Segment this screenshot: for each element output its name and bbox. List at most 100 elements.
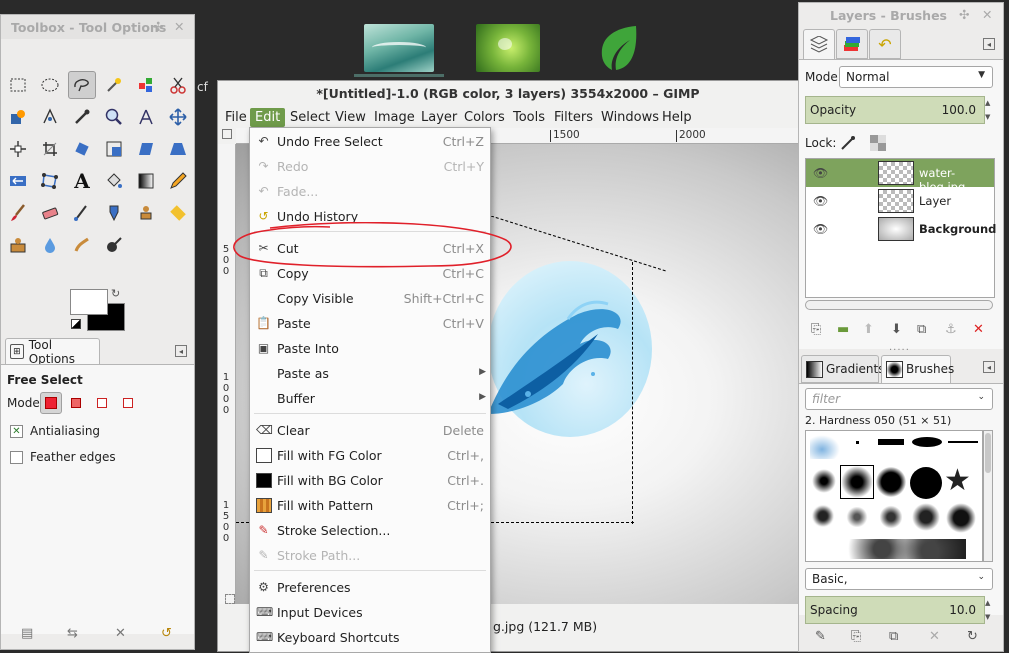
brush-item[interactable]: [948, 441, 978, 443]
menu-item-fade[interactable]: ↶ Fade...: [250, 179, 490, 204]
menu-tools[interactable]: Tools: [508, 108, 550, 127]
brush-item[interactable]: [856, 441, 859, 444]
mode-subtract-icon[interactable]: [91, 392, 113, 414]
tab-menu-icon[interactable]: ◂: [983, 38, 995, 50]
brush-item-selected[interactable]: [840, 465, 874, 499]
delete-layer-icon[interactable]: ✕: [973, 322, 984, 337]
save-tool-preset-icon[interactable]: ▤: [21, 626, 33, 641]
mode-replace-icon[interactable]: [40, 392, 62, 414]
new-layer-group-icon[interactable]: ▬: [837, 322, 849, 337]
tab-menu-icon[interactable]: ◂: [983, 361, 995, 373]
menu-item-buffer[interactable]: Buffer ▶: [250, 386, 490, 411]
zoom-tool-icon[interactable]: [100, 103, 128, 131]
menu-layer[interactable]: Layer: [416, 108, 462, 127]
brush-item[interactable]: [810, 435, 840, 459]
text-tool-icon[interactable]: A: [68, 167, 96, 195]
tab-menu-icon[interactable]: ◂: [175, 345, 187, 357]
navigate-icon[interactable]: [225, 594, 235, 604]
tab-undo-history[interactable]: ↶: [869, 29, 901, 59]
leaf-icon[interactable]: [596, 24, 640, 72]
quick-mask-icon[interactable]: [222, 129, 232, 139]
desktop-thumbnail-leaf[interactable]: [476, 24, 540, 72]
menu-image[interactable]: Image: [369, 108, 420, 127]
align-tool-icon[interactable]: [4, 135, 32, 163]
brush-item[interactable]: [946, 503, 976, 533]
reset-colors-icon[interactable]: [71, 319, 81, 329]
menu-item-stroke-selection[interactable]: ✎ Stroke Selection...: [250, 518, 490, 543]
color-picker-tool-icon[interactable]: [68, 103, 96, 131]
tab-gradients[interactable]: Gradients: [801, 355, 884, 383]
brush-item[interactable]: [812, 505, 834, 527]
brush-item[interactable]: [910, 467, 942, 499]
menu-item-paste[interactable]: 📋 Paste Ctrl+V: [250, 311, 490, 336]
perspective-tool-icon[interactable]: [164, 135, 192, 163]
brush-tag-select[interactable]: Basic, ⌄: [805, 568, 993, 590]
menu-item-keyboard-shortcuts[interactable]: ⌨ Keyboard Shortcuts: [250, 625, 490, 650]
brush-item[interactable]: [812, 469, 836, 493]
menu-item-input-devices[interactable]: ⌨ Input Devices: [250, 600, 490, 625]
new-brush-icon[interactable]: ⎘: [851, 629, 861, 644]
free-select-tool-icon[interactable]: [68, 71, 96, 99]
paintbrush-tool-icon[interactable]: [4, 199, 32, 227]
anchor-layer-icon[interactable]: ⚓: [945, 322, 957, 337]
close-icon[interactable]: ✕: [982, 7, 992, 22]
airbrush-tool-icon[interactable]: [68, 199, 96, 227]
close-icon[interactable]: ✕: [174, 19, 184, 34]
select-by-color-tool-icon[interactable]: [132, 71, 160, 99]
blur-tool-icon[interactable]: [36, 231, 64, 259]
menu-edit[interactable]: Edit: [250, 108, 286, 127]
pin-icon[interactable]: ✣: [153, 19, 163, 34]
menu-item-redo[interactable]: ↷ Redo Ctrl+Y: [250, 154, 490, 179]
spin-up-icon[interactable]: ▲: [985, 598, 995, 609]
raise-layer-icon[interactable]: ⬆: [863, 322, 874, 337]
menu-item-paste-into[interactable]: ▣ Paste Into: [250, 336, 490, 361]
menu-item-preferences[interactable]: ⚙ Preferences: [250, 575, 490, 600]
menu-select[interactable]: Select: [285, 108, 335, 127]
heal-tool-icon[interactable]: [164, 199, 192, 227]
menu-item-copy-visible[interactable]: Copy Visible Shift+Ctrl+C: [250, 286, 490, 311]
spin-down-icon[interactable]: ▼: [985, 612, 995, 623]
mode-add-icon[interactable]: [65, 392, 87, 414]
brush-item[interactable]: [876, 467, 906, 497]
pin-icon[interactable]: ✣: [959, 7, 969, 22]
brush-grid[interactable]: ★: [805, 430, 983, 562]
menu-item-copy[interactable]: ⧉ Copy Ctrl+C: [250, 261, 490, 286]
spin-up-icon[interactable]: ▲: [985, 98, 995, 109]
foreground-color-swatch[interactable]: [70, 289, 108, 315]
spin-down-icon[interactable]: ▼: [985, 112, 995, 123]
menu-item-fill-fg[interactable]: Fill with FG Color Ctrl+,: [250, 443, 490, 468]
refresh-brushes-icon[interactable]: ↻: [967, 629, 978, 644]
star-brush-icon[interactable]: ★: [944, 465, 971, 497]
menu-item-undo-history[interactable]: ↺ Undo History: [250, 204, 490, 229]
cage-transform-tool-icon[interactable]: [36, 167, 64, 195]
menu-item-fill-bg[interactable]: Fill with BG Color Ctrl+.: [250, 468, 490, 493]
menu-help[interactable]: Help: [657, 108, 697, 127]
tab-channels[interactable]: [836, 29, 868, 59]
rect-select-tool-icon[interactable]: [4, 71, 32, 99]
brush-item[interactable]: [912, 437, 942, 447]
delete-brush-icon[interactable]: ✕: [929, 629, 940, 644]
feather-edges-checkbox[interactable]: [10, 451, 23, 464]
flip-tool-icon[interactable]: [4, 167, 32, 195]
swap-colors-icon[interactable]: ↻: [111, 287, 120, 300]
ink-tool-icon[interactable]: [100, 199, 128, 227]
shear-tool-icon[interactable]: [132, 135, 160, 163]
menu-filters[interactable]: Filters: [549, 108, 598, 127]
layer-row[interactable]: 👁 Background: [806, 215, 996, 243]
brush-scrollbar[interactable]: [983, 430, 993, 562]
rotate-tool-icon[interactable]: [68, 135, 96, 163]
restore-tool-preset-icon[interactable]: ⇆: [67, 626, 78, 641]
menu-view[interactable]: View: [330, 108, 371, 127]
opacity-slider[interactable]: Opacity 100.0: [805, 96, 985, 124]
fuzzy-select-tool-icon[interactable]: [100, 71, 128, 99]
bucket-fill-tool-icon[interactable]: [100, 167, 128, 195]
tab-layers[interactable]: [803, 29, 835, 59]
menu-item-clear[interactable]: ⌫ Clear Delete: [250, 418, 490, 443]
pencil-tool-icon[interactable]: [164, 167, 192, 195]
dock-titlebar[interactable]: Layers - Brushes ✣ ✕: [799, 3, 1003, 27]
perspective-clone-tool-icon[interactable]: [4, 231, 32, 259]
duplicate-layer-icon[interactable]: ⧉: [917, 322, 926, 337]
clone-tool-icon[interactable]: [132, 199, 160, 227]
lower-layer-icon[interactable]: ⬇: [891, 322, 902, 337]
toolbox-titlebar[interactable]: Toolbox - Tool Options ✣ ✕: [1, 15, 194, 39]
